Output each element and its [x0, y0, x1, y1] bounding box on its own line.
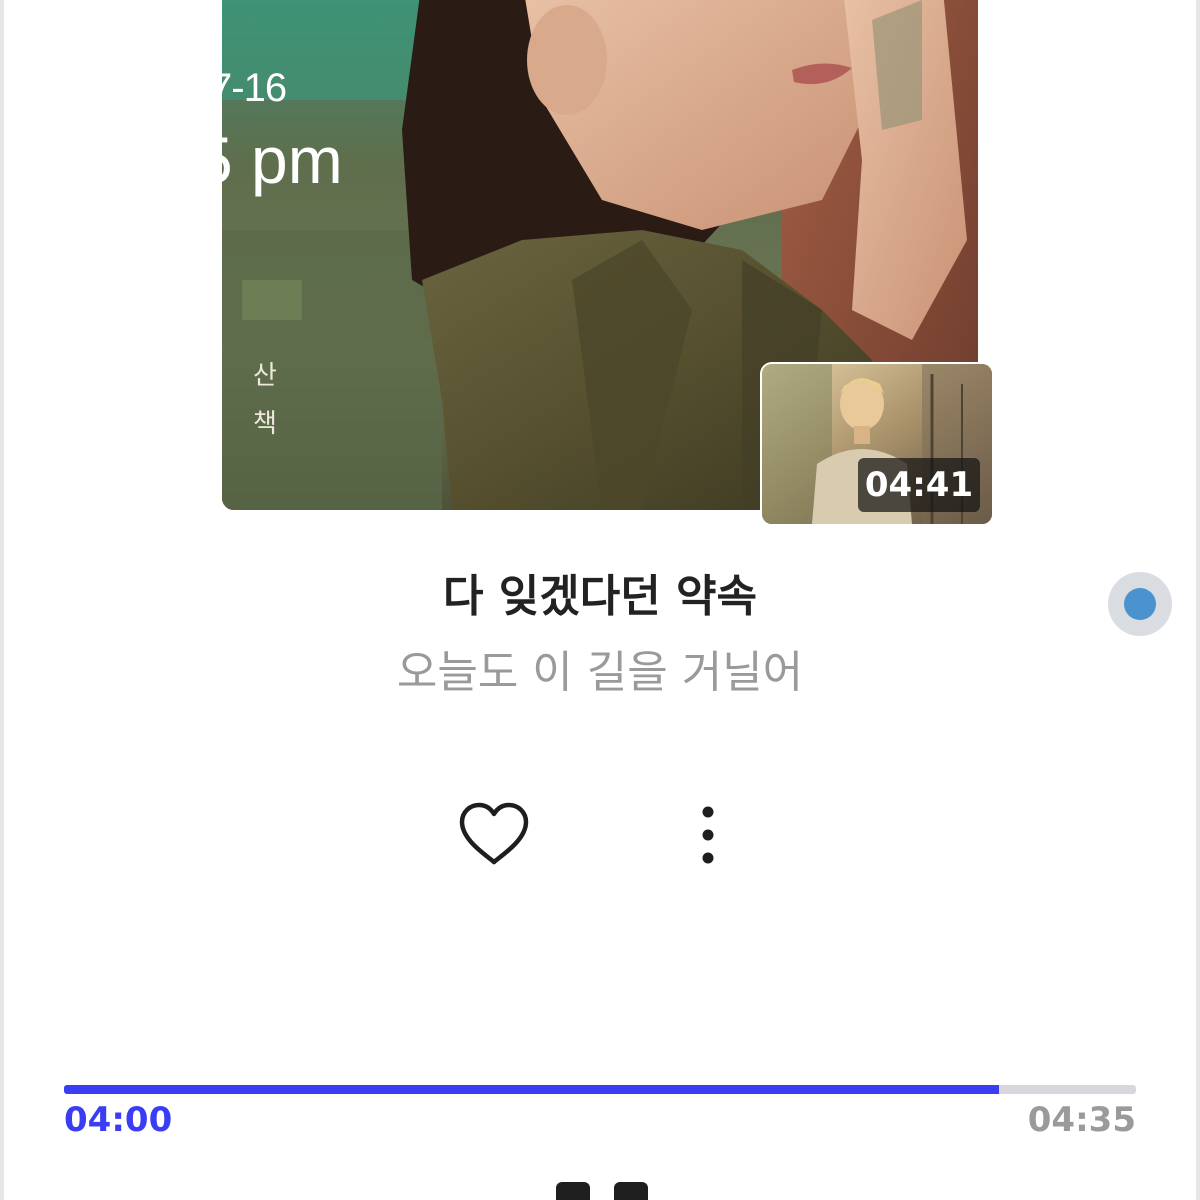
playback-progress-fill	[64, 1085, 999, 1094]
video-duration-badge: 04:41	[858, 458, 980, 512]
current-lyric-line[interactable]: 오늘도 이 길을 거닐어	[0, 636, 1200, 700]
pause-icon-bar-left	[556, 1182, 590, 1200]
album-art-date-text: 7-16	[210, 66, 287, 110]
pause-icon-bar-right	[614, 1182, 648, 1200]
more-vertical-icon	[702, 806, 714, 864]
total-time: 04:35	[1027, 1100, 1136, 1140]
player-screen: 7-16 5 pm 산 책 04:41 다 잊겠다던 약속 오늘도 이 길을 거…	[0, 0, 1200, 1200]
current-time: 04:00	[64, 1100, 173, 1140]
song-title: 다 잊겠다던 약속	[443, 571, 757, 622]
floating-assist-button[interactable]	[1108, 572, 1172, 636]
album-art-vertical-char: 책	[253, 409, 277, 439]
heart-outline-icon	[459, 802, 529, 865]
more-options-button[interactable]	[686, 800, 730, 870]
album-art-vertical-char: 산	[253, 361, 277, 391]
playback-progress-bar[interactable]	[64, 1085, 1136, 1094]
floating-dot-icon	[1124, 588, 1156, 620]
like-button[interactable]	[456, 800, 532, 870]
album-art-time-text: 5 pm	[196, 123, 343, 197]
album-art-vertical-title: 산 책	[250, 352, 280, 448]
pause-button[interactable]	[556, 1182, 648, 1200]
